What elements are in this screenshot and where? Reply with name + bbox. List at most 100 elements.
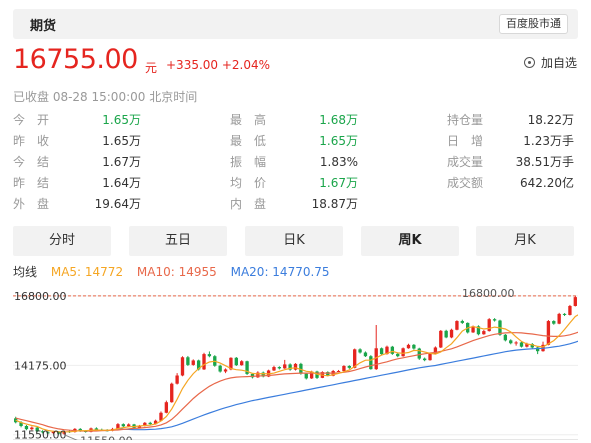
stat-item: 今 开 1.65万 bbox=[13, 110, 141, 130]
stat-item: 持仓量 18.22万 bbox=[447, 110, 574, 130]
stat-value: 642.20亿 bbox=[520, 176, 574, 190]
add-watchlist-button[interactable]: 加自选 bbox=[523, 54, 577, 71]
stat-label: 持仓量 bbox=[447, 113, 484, 127]
price-change: +335.00 +2.04% bbox=[166, 58, 271, 72]
stat-value: 1.64万 bbox=[102, 176, 141, 190]
tab-five-day[interactable]: 五日 bbox=[129, 226, 227, 256]
stat-item: 今 结 1.67万 bbox=[13, 152, 141, 172]
candle-body bbox=[180, 357, 185, 376]
stat-item: 外 盘 19.64万 bbox=[13, 194, 141, 214]
stat-label: 昨 收 bbox=[13, 134, 50, 148]
candle-body bbox=[412, 344, 416, 349]
candle-body bbox=[283, 364, 287, 369]
candle-body bbox=[406, 344, 411, 349]
candle-body bbox=[369, 356, 373, 370]
candle-body bbox=[191, 360, 195, 365]
candle-body bbox=[487, 319, 491, 332]
stat-label: 日 增 bbox=[447, 134, 484, 148]
high-price-label: 16800.00 bbox=[462, 288, 515, 300]
stat-value: 1.23万手 bbox=[523, 134, 574, 148]
tab-intraday[interactable]: 分时 bbox=[13, 226, 111, 256]
stat-item: 振 幅 1.83% bbox=[230, 152, 358, 172]
price-unit: 元 bbox=[145, 61, 158, 75]
stat-value: 1.67万 bbox=[319, 176, 358, 190]
stat-label: 振 幅 bbox=[230, 155, 267, 169]
candle-body bbox=[514, 342, 518, 344]
stat-item: 日 增 1.23万手 bbox=[447, 131, 574, 151]
candle-body bbox=[492, 319, 497, 321]
stat-label: 最 低 bbox=[230, 134, 267, 148]
market-status: 已收盘 08-28 15:00:00 北京时间 bbox=[13, 90, 198, 104]
header-title: 期货 bbox=[30, 19, 57, 34]
candle-body bbox=[390, 346, 395, 354]
candle-body bbox=[363, 352, 368, 357]
candle-body bbox=[272, 367, 276, 371]
stat-label: 外 盘 bbox=[13, 197, 50, 211]
stat-item: 最 低 1.65万 bbox=[230, 131, 358, 151]
stat-item: 昨 收 1.65万 bbox=[13, 131, 141, 151]
stat-value: 18.22万 bbox=[527, 113, 574, 127]
stat-value: 1.65万 bbox=[102, 113, 141, 127]
stat-value: 19.64万 bbox=[94, 197, 141, 211]
source-button[interactable]: 百度股市通 bbox=[499, 14, 568, 34]
candlestick-chart[interactable]: 16800.00 14175.00 11550.00 16800.00 11550.00 bbox=[13, 288, 578, 440]
stat-value: 38.51万手 bbox=[515, 155, 574, 169]
candle-body bbox=[121, 424, 125, 427]
candle-body bbox=[358, 349, 362, 353]
candle-body bbox=[455, 321, 459, 330]
candle-body bbox=[234, 357, 238, 366]
stat-label: 成交额 bbox=[447, 176, 484, 190]
candle-body bbox=[175, 375, 179, 384]
last-price: 16755.00 bbox=[13, 44, 138, 75]
y-tick-label: 11550.00 bbox=[14, 429, 67, 440]
stat-value: 1.68万 bbox=[319, 113, 358, 127]
candle-body bbox=[304, 373, 308, 379]
y-tick-label: 14175.00 bbox=[14, 359, 67, 372]
candle-body bbox=[439, 330, 443, 348]
candle-body bbox=[401, 348, 405, 357]
candle-body bbox=[562, 313, 567, 315]
stat-label: 成交量 bbox=[447, 155, 484, 169]
tab-weekly-k[interactable]: 周K bbox=[361, 226, 459, 256]
stat-item: 内 盘 18.87万 bbox=[230, 194, 358, 214]
candle-body bbox=[240, 361, 244, 366]
candle-body bbox=[148, 422, 152, 425]
candle-body bbox=[293, 363, 298, 370]
candle-body bbox=[202, 354, 206, 370]
candle-body bbox=[444, 330, 448, 338]
legend-ma10: MA10: 14955 bbox=[136, 265, 217, 279]
candle-body bbox=[503, 334, 508, 341]
legend-ma5: MA5: 14772 bbox=[50, 265, 124, 279]
ma10-line bbox=[15, 331, 578, 432]
candle-body bbox=[336, 371, 341, 373]
candle-body bbox=[186, 357, 190, 365]
header-bar: 期货 百度股市通 bbox=[13, 9, 578, 39]
stats-grid: 今 开 1.65万 最 高 1.68万 持仓量 18.22万 昨 收 1.65万 最 低… bbox=[13, 110, 578, 214]
stat-label: 内 盘 bbox=[230, 197, 267, 211]
stat-label: 昨 结 bbox=[13, 176, 50, 190]
low-price-label: 11550.00 bbox=[80, 435, 133, 440]
y-tick-label: 16800.00 bbox=[14, 290, 67, 303]
stat-value: 1.65万 bbox=[319, 134, 358, 148]
candle-body bbox=[277, 367, 282, 369]
tab-daily-k[interactable]: 日K bbox=[245, 226, 343, 256]
candle-body bbox=[449, 329, 454, 338]
candle-body bbox=[396, 353, 400, 357]
candle-body bbox=[573, 297, 577, 306]
stat-item: 最 高 1.68万 bbox=[230, 110, 358, 130]
candle-body bbox=[546, 321, 551, 345]
candle-body bbox=[164, 402, 169, 413]
ma5-line bbox=[15, 314, 578, 433]
candle-body bbox=[347, 365, 351, 368]
candle-body bbox=[218, 365, 222, 372]
stat-item: 成交量 38.51万手 bbox=[447, 152, 574, 172]
candle-body bbox=[223, 369, 228, 372]
stat-label: 今 结 bbox=[13, 155, 50, 169]
stat-value: 1.65万 bbox=[102, 134, 141, 148]
stat-item: 成交额 642.20亿 bbox=[447, 173, 574, 193]
stat-item: 昨 结 1.64万 bbox=[13, 173, 141, 193]
tab-monthly-k[interactable]: 月K bbox=[476, 226, 574, 256]
stat-item: 均 价 1.67万 bbox=[230, 173, 358, 193]
candle-body bbox=[170, 383, 174, 403]
stat-label: 均 价 bbox=[230, 176, 267, 190]
